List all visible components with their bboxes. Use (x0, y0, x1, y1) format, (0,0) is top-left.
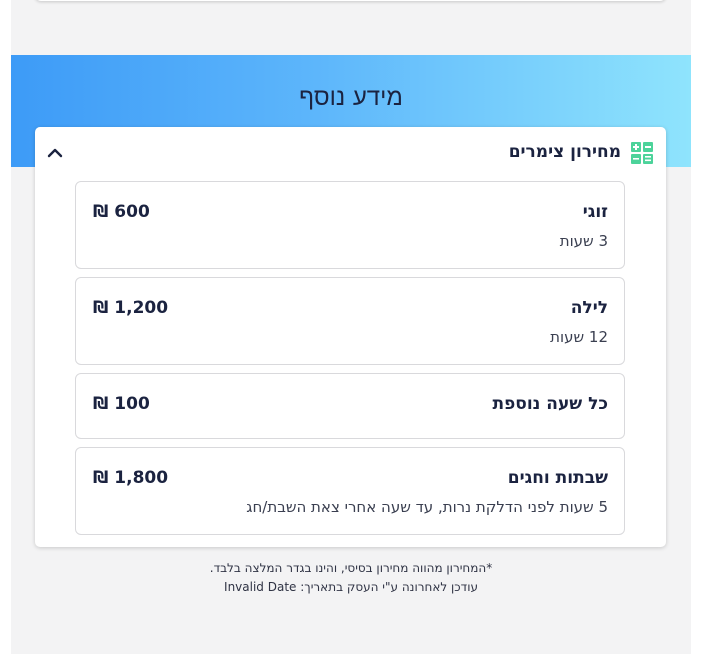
price-item-extra-hour: כל שעה נוספת 100 ₪ (75, 373, 625, 439)
chevron-up-icon[interactable] (47, 145, 63, 161)
price-item-duration: 3 שעות (559, 232, 608, 250)
price-item-price: 1,800 ₪ (93, 468, 169, 488)
last-updated-note: עודכן לאחרונה ע"י העסק בתאריך: Invalid D… (224, 580, 478, 594)
section-title: מידע נוסף (299, 83, 403, 111)
price-item-price: 100 ₪ (93, 394, 150, 414)
pricing-disclaimer: *המחירון מהווה מחירון בסיסי, והינו בגדר … (209, 561, 493, 575)
price-item-price: 1,200 ₪ (93, 298, 169, 318)
price-item-weekends-holidays: שבתות וחגים 5 שעות לפני הדלקת נרות, עד ש… (75, 447, 625, 535)
pricing-panel-header[interactable]: מחירון צימרים (35, 127, 666, 181)
grid-calculator-icon (631, 142, 653, 164)
price-item-name: זוגי (582, 202, 608, 222)
price-item-duration: 12 שעות (550, 328, 608, 346)
price-item-name: לילה (570, 298, 608, 318)
pricing-panel-title: מחירון צימרים (508, 142, 621, 162)
previous-card-edge (35, 0, 666, 1)
pricing-panel: מחירון צימרים זוגי 3 שעות 600 ₪ לילה 12 … (35, 127, 666, 547)
price-item-duration: 5 שעות לפני הדלקת נרות, עד שעה אחרי צאת … (246, 498, 608, 516)
price-item-night: לילה 12 שעות 1,200 ₪ (75, 277, 625, 365)
price-item-name: כל שעה נוספת (492, 394, 608, 414)
price-item-couple: זוגי 3 שעות 600 ₪ (75, 181, 625, 269)
price-item-name: שבתות וחגים (507, 468, 608, 488)
price-item-price: 600 ₪ (93, 202, 150, 222)
